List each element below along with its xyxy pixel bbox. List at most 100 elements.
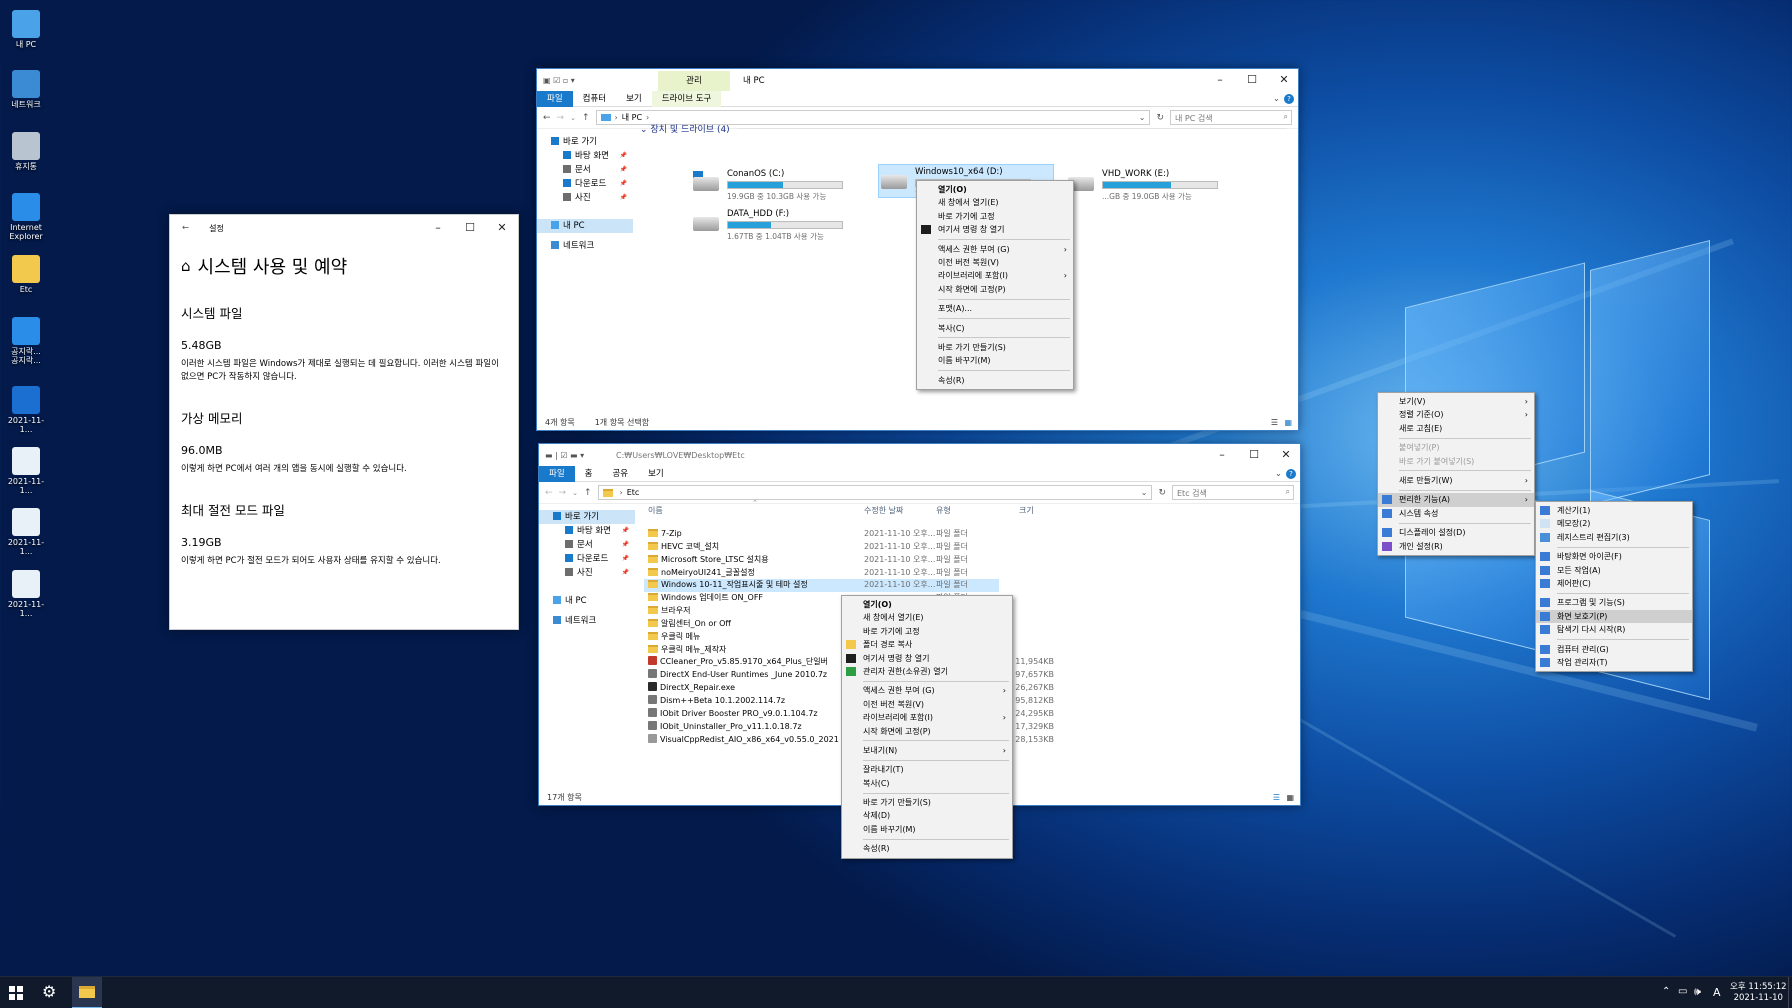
menu-item[interactable]: 계산기(1) <box>1536 504 1692 517</box>
tab-drive-tools[interactable]: 드라이브 도구 <box>651 90 722 107</box>
menu-item[interactable]: 잘라내기(T) <box>842 763 1012 776</box>
menu-item[interactable]: 복사(C) <box>842 777 1012 790</box>
menu-item[interactable]: 이름 바꾸기(M) <box>917 354 1073 367</box>
nav-item[interactable]: 다운로드 📌 <box>539 552 635 566</box>
file-row[interactable]: Microsoft Store_LTSC 설치용 2021-11-10 오후...… <box>644 554 1064 567</box>
drive-item[interactable]: VHD_WORK (E:) ...GB 중 19.0GB 사용 가능 <box>1066 167 1236 201</box>
menu-item[interactable]: 컴퓨터 관리(G) <box>1536 643 1692 656</box>
desktop-icon[interactable]: 공지락... 공지락... <box>2 317 50 365</box>
start-button[interactable] <box>8 985 24 1001</box>
desktop-icon[interactable]: 2021-11-1... <box>2 386 50 434</box>
menu-item[interactable]: 정렬 기준(O) › <box>1378 408 1534 421</box>
minimize-button[interactable]: – <box>422 217 454 239</box>
menu-item[interactable]: 액세스 권한 부여 (G) › <box>917 243 1073 256</box>
desktop-icon[interactable]: 네트워크 <box>2 70 50 109</box>
up-icon[interactable]: ↑ <box>582 113 590 123</box>
menu-item[interactable]: 프로그램 및 기능(S) <box>1536 596 1692 609</box>
ribbon-expand-icon[interactable]: ⌄ <box>1269 91 1284 107</box>
desktop-icon[interactable]: 내 PC <box>2 10 50 49</box>
menu-item[interactable]: 시작 화면에 고정(P) <box>842 725 1012 738</box>
back-icon[interactable]: ← <box>545 488 553 498</box>
menu-item[interactable]: 메모장(2) <box>1536 517 1692 530</box>
menu-item[interactable]: 라이브러리에 포함(I) › <box>917 269 1073 282</box>
menu-item[interactable]: 제어판(C) <box>1536 577 1692 590</box>
clock[interactable]: 오후 11:55:12 2021-11-10 <box>1730 982 1787 1004</box>
desktop-icon[interactable]: Internet Explorer <box>2 193 50 241</box>
minimize-button[interactable]: – <box>1206 444 1238 466</box>
menu-item[interactable]: 열기(O) <box>917 183 1073 196</box>
column-type[interactable]: 유형 <box>936 505 951 516</box>
column-size[interactable]: 크기 <box>1019 505 1034 516</box>
show-desktop-button[interactable] <box>1788 977 1792 1008</box>
file-explorer-taskbar-button[interactable] <box>72 977 102 1008</box>
details-view-icon[interactable]: ☰ <box>1271 416 1278 430</box>
search-input[interactable]: 내 PC 검색 ⌕ <box>1170 110 1292 125</box>
nav-item[interactable]: 내 PC <box>539 594 635 608</box>
menu-item[interactable]: 화면 보호기(P) <box>1536 609 1692 624</box>
menu-item[interactable]: 레지스트리 편집기(3) <box>1536 531 1692 544</box>
tab-home[interactable]: 홈 <box>575 466 603 482</box>
nav-item[interactable]: 사진 📌 <box>539 566 635 580</box>
close-button[interactable]: ✕ <box>1270 444 1302 466</box>
maximize-button[interactable]: ☐ <box>454 217 486 239</box>
menu-item[interactable]: 이전 버전 복원(V) <box>842 698 1012 711</box>
address-field[interactable]: › Etc ⌄ <box>597 485 1153 500</box>
menu-item[interactable]: 바로 가기 만들기(S) <box>917 341 1073 354</box>
menu-item[interactable]: 폴더 경로 복사 <box>842 638 1012 651</box>
tiles-view-icon[interactable]: ▦ <box>1284 416 1292 430</box>
menu-item[interactable]: 바로 가기에 고정 <box>917 210 1073 223</box>
menu-item[interactable]: 바탕화면 아이콘(F) <box>1536 550 1692 563</box>
menu-item[interactable]: 모든 작업(A) <box>1536 564 1692 577</box>
nav-item[interactable]: 바탕 화면 📌 <box>537 149 633 163</box>
menu-item[interactable]: 라이브러리에 포함(I) › <box>842 711 1012 724</box>
menu-item[interactable]: 탐색기 다시 시작(R) <box>1536 623 1692 636</box>
menu-item[interactable]: 작업 관리자(T) <box>1536 656 1692 669</box>
tiles-view-icon[interactable]: ▦ <box>1286 791 1294 805</box>
network-icon[interactable]: ▭ <box>1678 986 1687 997</box>
forward-icon[interactable]: → <box>559 488 567 498</box>
minimize-button[interactable]: – <box>1204 69 1236 91</box>
file-row[interactable]: 7-Zip 2021-11-10 오후... 파일 폴더 <box>644 528 1064 541</box>
menu-item[interactable]: 여기서 명령 창 열기 <box>842 652 1012 665</box>
menu-item[interactable]: 삭제(D) <box>842 809 1012 822</box>
column-date[interactable]: 수정한 날짜 <box>864 505 903 516</box>
settings-gear-icon[interactable]: ⚙ <box>42 982 56 1001</box>
tray-expand-icon[interactable]: ⌃ <box>1662 986 1670 997</box>
tab-share[interactable]: 공유 <box>602 466 638 482</box>
ribbon-context-tab[interactable]: 관리 <box>658 71 730 91</box>
recent-icon[interactable]: ⌄ <box>570 114 576 122</box>
column-name[interactable]: 이름 <box>648 505 663 516</box>
menu-item[interactable]: 이름 바꾸기(M) <box>842 823 1012 836</box>
menu-item[interactable]: 관리자 권한(소유권) 열기 <box>842 665 1012 678</box>
tab-file[interactable]: 파일 <box>539 465 575 482</box>
menu-item[interactable]: 열기(O) <box>842 598 1012 611</box>
menu-item[interactable]: 편리한 기능(A) › <box>1378 493 1534 507</box>
menu-item[interactable]: 속성(R) <box>917 374 1073 387</box>
menu-item[interactable]: 보내기(N) › <box>842 744 1012 757</box>
desktop-icon[interactable]: 2021-11-1... <box>2 570 50 618</box>
quick-access-toolbar[interactable]: ▣ ☑ ▫ ▾ <box>543 76 575 85</box>
maximize-button[interactable]: ☐ <box>1238 444 1270 466</box>
menu-item[interactable]: 시작 화면에 고정(P) <box>917 283 1073 296</box>
menu-item[interactable]: 복사(C) <box>917 322 1073 335</box>
nav-item[interactable]: 바로 가기 <box>539 510 635 524</box>
menu-item[interactable]: 이전 버전 복원(V) <box>917 256 1073 269</box>
nav-item[interactable]: 바탕 화면 📌 <box>539 524 635 538</box>
back-icon[interactable]: ← <box>182 223 189 233</box>
drive-item[interactable]: ConanOS (C:) 19.9GB 중 10.3GB 사용 가능 <box>691 167 861 201</box>
nav-item[interactable]: 문서 📌 <box>537 163 633 177</box>
tab-computer[interactable]: 컴퓨터 <box>573 91 616 107</box>
desktop-icon[interactable]: 2021-11-1... <box>2 508 50 556</box>
tab-view[interactable]: 보기 <box>616 91 652 107</box>
menu-item[interactable]: 바로 가기에 고정 <box>842 625 1012 638</box>
nav-item[interactable]: 네트워크 <box>537 239 633 253</box>
nav-item[interactable]: 네트워크 <box>539 614 635 628</box>
desktop-icon[interactable]: 2021-11-1... <box>2 447 50 495</box>
maximize-button[interactable]: ☐ <box>1236 69 1268 91</box>
menu-item[interactable]: 시스템 속성 <box>1378 507 1534 520</box>
nav-item[interactable]: 다운로드 📌 <box>537 177 633 191</box>
close-button[interactable]: ✕ <box>486 217 518 239</box>
details-view-icon[interactable]: ☰ <box>1273 791 1280 805</box>
refresh-icon[interactable]: ↻ <box>1158 488 1166 498</box>
forward-icon[interactable]: → <box>557 113 565 123</box>
